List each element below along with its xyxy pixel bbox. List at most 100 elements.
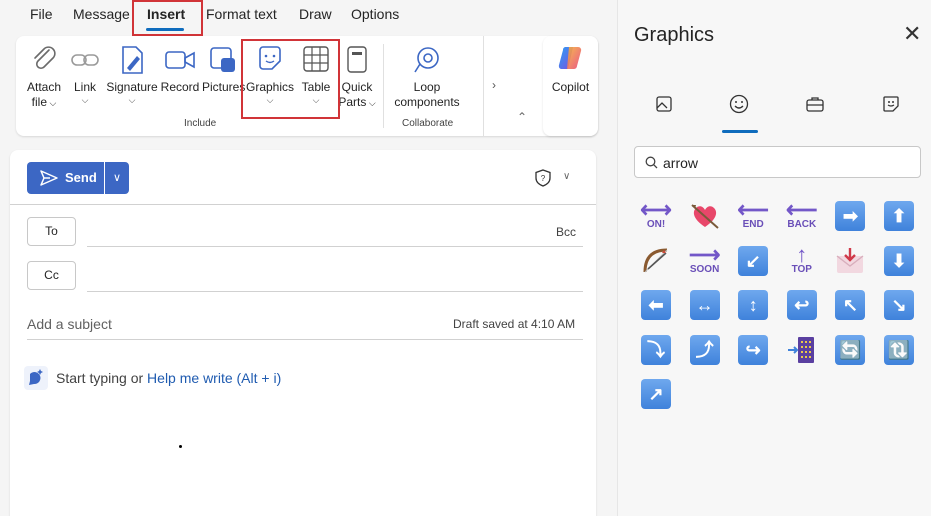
compose-pane: Send ∨ ? ∨ To Bcc Cc Add a subject Draft… <box>10 150 596 516</box>
picture-icon <box>210 47 235 72</box>
loop-label-1: Loop <box>413 80 441 94</box>
chevron-down-icon: ⌵ <box>81 95 89 105</box>
pane-title: Graphics <box>634 24 715 46</box>
include-group-label: Include <box>184 118 217 129</box>
top-arrow-emoji[interactable]: ↑ TOP <box>786 243 818 277</box>
briefcase-icon[interactable] <box>805 94 825 114</box>
cc-button[interactable]: Cc <box>27 261 76 290</box>
right-arrow-curving-up-emoji[interactable]: ⤴ <box>689 334 721 366</box>
close-icon[interactable]: ✕ <box>903 22 921 46</box>
active-pane-tab-indicator <box>722 130 758 133</box>
right-arrow-curving-down-emoji[interactable]: ⤵ <box>640 334 672 366</box>
video-camera-icon <box>165 51 195 69</box>
tab-format-text[interactable]: Format text <box>206 6 277 22</box>
chevron-down-icon: ⌵ <box>128 95 136 105</box>
left-arrow-curving-right-emoji[interactable]: ↪ <box>737 334 769 366</box>
send-button[interactable]: Send <box>27 162 104 194</box>
svg-text:?: ? <box>541 174 546 183</box>
link-button[interactable]: Link ⌵ <box>69 44 101 105</box>
copilot-compose-icon[interactable] <box>24 366 48 390</box>
subject-underline <box>27 339 583 340</box>
right-arrow-emoji[interactable]: ➡ <box>834 200 866 232</box>
envelope-with-arrow-emoji[interactable] <box>834 245 866 277</box>
signature-label: Signature <box>106 80 158 94</box>
chevron-up-icon: ⌃ <box>516 110 528 124</box>
graphics-pane: Graphics ✕ ⟷ON! ⟵END ⟵BACK ➡ ⬆ ⟶SOON ↙ ↑TOP ⬇ ⬅ ↔ ↕… <box>617 0 931 516</box>
hint-prefix: Start typing or <box>56 370 148 386</box>
record-button[interactable]: Record <box>160 44 200 95</box>
to-field[interactable] <box>87 246 583 247</box>
counterclockwise-arrows-emoji[interactable]: 🔄 <box>834 334 866 366</box>
cursor-dot <box>179 445 182 448</box>
to-button[interactable]: To <box>27 217 76 246</box>
heart-with-arrow-emoji[interactable] <box>689 200 721 232</box>
attach-label-2: file <box>31 95 47 109</box>
link-label: Link <box>73 80 96 94</box>
emoji-icon[interactable] <box>729 94 749 114</box>
link-icon <box>71 54 99 66</box>
paperclip-icon <box>34 46 56 70</box>
tab-options[interactable]: Options <box>351 6 399 22</box>
left-right-arrow-emoji[interactable]: ↔ <box>689 289 721 321</box>
group-divider <box>383 44 384 128</box>
attach-label-1: Attach <box>26 80 62 94</box>
up-right-arrow-emoji[interactable]: ↗ <box>640 378 672 410</box>
back-arrow-emoji[interactable]: ⟵ BACK <box>786 199 818 232</box>
tab-message[interactable]: Message <box>73 6 130 22</box>
quick-parts-label-2: Parts <box>338 95 367 109</box>
end-arrow-emoji[interactable]: ⟵ END <box>737 199 769 232</box>
highlight-insert-tab <box>132 0 203 36</box>
search-input[interactable] <box>663 153 903 173</box>
pictures-label: Pictures <box>202 80 246 94</box>
divider <box>10 204 596 205</box>
emoji-search-box[interactable] <box>634 146 921 178</box>
signature-icon <box>122 46 143 74</box>
sensitivity-shield-icon[interactable]: ? <box>535 169 551 187</box>
send-options-button[interactable]: ∨ <box>105 162 129 194</box>
loop-label-2: components <box>394 95 460 109</box>
images-icon[interactable] <box>654 94 674 114</box>
right-arrow-curving-left-emoji[interactable]: ↩ <box>786 289 818 321</box>
attach-file-button[interactable]: Attach file ⌵ <box>22 44 66 111</box>
on-arrow-emoji[interactable]: ⟷ ON! <box>640 199 672 232</box>
bcc-button[interactable]: Bcc <box>556 225 576 239</box>
help-me-write-link[interactable]: Help me write (Alt + i) <box>147 370 281 386</box>
chevron-down-icon[interactable]: ∨ <box>563 171 570 182</box>
quick-parts-label-1: Quick <box>341 80 373 94</box>
quick-parts-icon <box>347 46 367 73</box>
left-arrow-emoji[interactable]: ⬅ <box>640 289 672 321</box>
clockwise-arrows-emoji[interactable]: 🔃 <box>883 334 915 366</box>
ribbon-more-button[interactable]: › <box>483 36 507 136</box>
down-left-arrow-emoji[interactable]: ↙ <box>737 245 769 277</box>
menu-bar: File Message Insert Format text Draw Opt… <box>0 0 617 34</box>
loop-components-button[interactable]: Loop components <box>388 44 466 110</box>
bow-and-arrow-emoji[interactable] <box>640 245 672 277</box>
chevron-down-icon: ∨ <box>112 172 122 184</box>
quick-parts-button[interactable]: Quick Parts ⌵ <box>336 44 378 111</box>
loop-icon <box>414 47 439 73</box>
copilot-button[interactable]: Copilot <box>543 36 598 136</box>
chevron-right-icon: › <box>492 78 496 92</box>
draft-status: Draft saved at 4:10 AM <box>453 317 576 331</box>
copilot-icon <box>558 46 582 69</box>
sticker-icon[interactable] <box>881 94 901 114</box>
highlight-graphics-table <box>241 39 340 119</box>
up-arrow-emoji[interactable]: ⬆ <box>883 200 915 232</box>
soon-arrow-emoji[interactable]: ⟶ SOON <box>689 243 721 277</box>
body-hint[interactable]: Start typing or Help me write (Alt + i) <box>56 370 281 386</box>
down-arrow-emoji[interactable]: ⬇ <box>883 245 915 277</box>
down-right-arrow-emoji[interactable]: ↘ <box>883 289 915 321</box>
collapse-ribbon-button[interactable]: ⌃ <box>508 110 536 130</box>
send-label: Send <box>65 170 97 185</box>
copilot-label: Copilot <box>551 80 590 94</box>
door-arrow-emoji[interactable] <box>786 334 818 366</box>
cc-field[interactable] <box>87 291 583 292</box>
signature-button[interactable]: Signature ⌵ <box>105 44 159 105</box>
up-left-arrow-emoji[interactable]: ↖ <box>834 289 866 321</box>
up-down-arrow-emoji[interactable]: ↕ <box>737 289 769 321</box>
tab-file[interactable]: File <box>30 6 53 22</box>
pictures-button[interactable]: Pictures <box>202 44 246 95</box>
subject-input[interactable]: Add a subject <box>27 316 112 332</box>
tab-draw[interactable]: Draw <box>299 6 332 22</box>
send-icon <box>40 170 58 186</box>
